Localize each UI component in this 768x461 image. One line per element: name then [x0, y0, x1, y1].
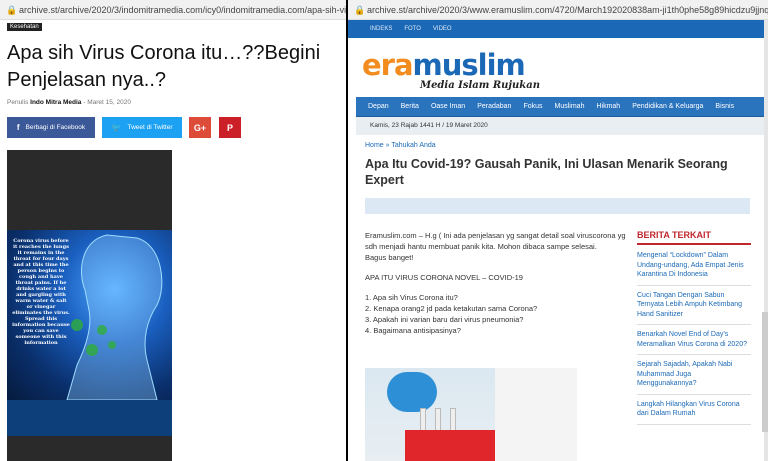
glove-shape: [387, 372, 437, 412]
left-browser-pane: 🔒 archive.st/archive/2020/3/indomitramed…: [0, 0, 346, 461]
twitter-icon: 🐦: [111, 123, 122, 132]
sidebar-title: BERITA TERKAIT: [637, 230, 751, 245]
facebook-icon: f: [16, 123, 20, 132]
url-text-left: archive.st/archive/2020/3/indomitramedia…: [19, 4, 346, 15]
logo-muslim: muslim: [412, 48, 526, 82]
lock-icon: 🔒: [6, 4, 18, 15]
nav-hikmah[interactable]: Hikmah: [596, 103, 620, 110]
share-facebook-label: Berbagi di Facebook: [25, 124, 86, 131]
scrollbar[interactable]: [762, 312, 768, 432]
related-news-sidebar: BERITA TERKAIT Mengenal “Lockdown” Dalam…: [637, 230, 751, 430]
nav-oase-iman[interactable]: Oase Iman: [431, 103, 465, 110]
nav-muslimah[interactable]: Muslimah: [555, 103, 585, 110]
article-title-line1: Apa sih Virus Corona itu…??Begini: [7, 42, 321, 64]
image-bottom-band: [7, 400, 172, 436]
lab-coat-arm: [495, 368, 577, 461]
image-caption-text: Corona virus before it reaches the lungs…: [12, 238, 70, 346]
address-bar-left[interactable]: 🔒 archive.st/archive/2020/3/indomitramed…: [0, 0, 346, 20]
share-gplus-button[interactable]: G+: [189, 117, 211, 138]
article-date: Maret 15, 2020: [87, 99, 131, 106]
related-item[interactable]: Sejarah Sajadah, Apakah Nabi Muhammad Ju…: [637, 360, 751, 395]
ad-banner: [365, 198, 750, 214]
related-item[interactable]: Mengenal “Lockdown” Dalam Undang-undang,…: [637, 251, 751, 286]
page-title: Apa Itu Covid-19? Gausah Panik, Ini Ulas…: [365, 157, 728, 187]
nav-berita[interactable]: Berita: [401, 103, 419, 110]
article-photo: [365, 368, 577, 461]
right-browser-pane: 🔒 archive.st/archive/2020/3/www.eramusli…: [348, 0, 768, 461]
breadcrumb[interactable]: Home » Tahukah Anda: [365, 142, 436, 149]
article-title: Apa sih Virus Corona itu…??Begini Penjel…: [7, 40, 346, 94]
nav-fokus[interactable]: Fokus: [523, 103, 542, 110]
test-tube-icon: [450, 408, 456, 432]
body-paragraph-2: Bagus banget!: [365, 253, 414, 262]
top-nav: INDEKS FOTO VIDEO: [348, 20, 768, 38]
body-heading: APA ITU VIRUS CORONA NOVEL – COVID-19: [365, 273, 523, 282]
share-pinterest-button[interactable]: P: [219, 117, 241, 138]
site-logo[interactable]: eramuslim Media Islam Rujukan: [362, 48, 540, 91]
gplus-icon: G+: [193, 122, 207, 133]
related-item[interactable]: Benarkah Novel End of Day’s Meramalkan V…: [637, 330, 751, 355]
article-title-line2: Penjelasan nya..?: [7, 69, 167, 91]
article-image: Corona virus before it reaches the lungs…: [7, 150, 172, 461]
article-meta: Penulis Indo Mitra Media - Maret 15, 202…: [7, 99, 131, 106]
topnav-foto[interactable]: FOTO: [404, 26, 421, 32]
question-1: 1. Apa sih Virus Corona itu?: [365, 293, 458, 302]
related-item[interactable]: Langkah Hilangkan Virus Corona dari Dala…: [637, 400, 751, 425]
question-4: 4. Bagaimana antisipasinya?: [365, 326, 461, 335]
date-strip: Kamis, 23 Rajab 1441 H / 19 Maret 2020: [356, 117, 768, 135]
address-bar-right[interactable]: 🔒 archive.st/archive/2020/3/www.eramusli…: [348, 0, 768, 20]
nav-depan[interactable]: Depan: [368, 103, 389, 110]
share-twitter-label: Tweet di Twitter: [127, 124, 173, 131]
category-badge[interactable]: Kesehatan: [7, 23, 42, 31]
test-tube-icon: [435, 408, 441, 432]
share-twitter-button[interactable]: 🐦 Tweet di Twitter: [102, 117, 182, 138]
nav-pendidikan[interactable]: Pendidikan & Keluarga: [632, 103, 703, 110]
pinterest-icon: P: [226, 122, 233, 133]
nav-bisnis[interactable]: Bisnis: [715, 103, 734, 110]
article-body: Eramuslim.com – H.g ( Ini ada penjelasan…: [365, 230, 630, 336]
question-3: 3. Apakah ini varian baru dari virus pne…: [365, 315, 524, 324]
url-text-right: archive.st/archive/2020/3/www.eramuslim.…: [367, 4, 768, 15]
question-2: 2. Kenapa orang2 jd pada ketakutan sama …: [365, 304, 538, 313]
lock-icon: 🔒: [354, 4, 366, 15]
meta-prefix: Penulis: [7, 99, 29, 106]
tube-rack: [405, 430, 495, 461]
author-link[interactable]: Indo Mitra Media: [30, 99, 81, 106]
test-tube-icon: [420, 408, 426, 432]
related-item[interactable]: Cuci Tangan Dengan Sabun Ternyata Lebih …: [637, 291, 751, 325]
main-nav: Depan Berita Oase Iman Peradaban Fokus M…: [356, 97, 768, 117]
topnav-indeks[interactable]: INDEKS: [370, 26, 392, 32]
body-paragraph: Eramuslim.com – H.g ( Ini ada penjelasan…: [365, 231, 626, 251]
nav-peradaban[interactable]: Peradaban: [477, 103, 511, 110]
logo-tagline: Media Islam Rujukan: [420, 80, 540, 91]
topnav-video[interactable]: VIDEO: [433, 26, 452, 32]
share-facebook-button[interactable]: f Berbagi di Facebook: [7, 117, 95, 138]
logo-era: era: [362, 48, 414, 82]
